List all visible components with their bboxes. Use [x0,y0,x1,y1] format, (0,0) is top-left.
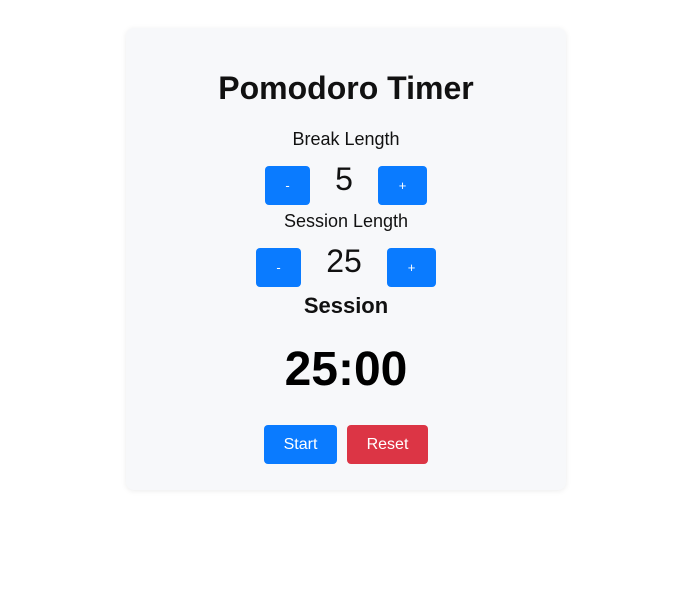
break-decrement-button[interactable]: - [265,166,310,205]
timer-display: 25:00 [284,343,408,396]
start-button[interactable]: Start [264,425,337,464]
pomodoro-card: Pomodoro Timer Break Length - 5 + Sessio… [126,28,566,490]
reset-button[interactable]: Reset [347,425,428,464]
break-length-value: 5 [335,161,353,197]
session-length-label: Session Length [283,211,409,231]
page-title: Pomodoro Timer [218,70,474,106]
session-increment-button[interactable]: + [387,248,436,287]
break-increment-button[interactable]: + [378,166,427,205]
session-decrement-button[interactable]: - [256,248,301,287]
break-length-label: Break Length [292,129,400,149]
timer-mode-label: Session [303,293,389,318]
session-length-value: 25 [326,243,362,279]
